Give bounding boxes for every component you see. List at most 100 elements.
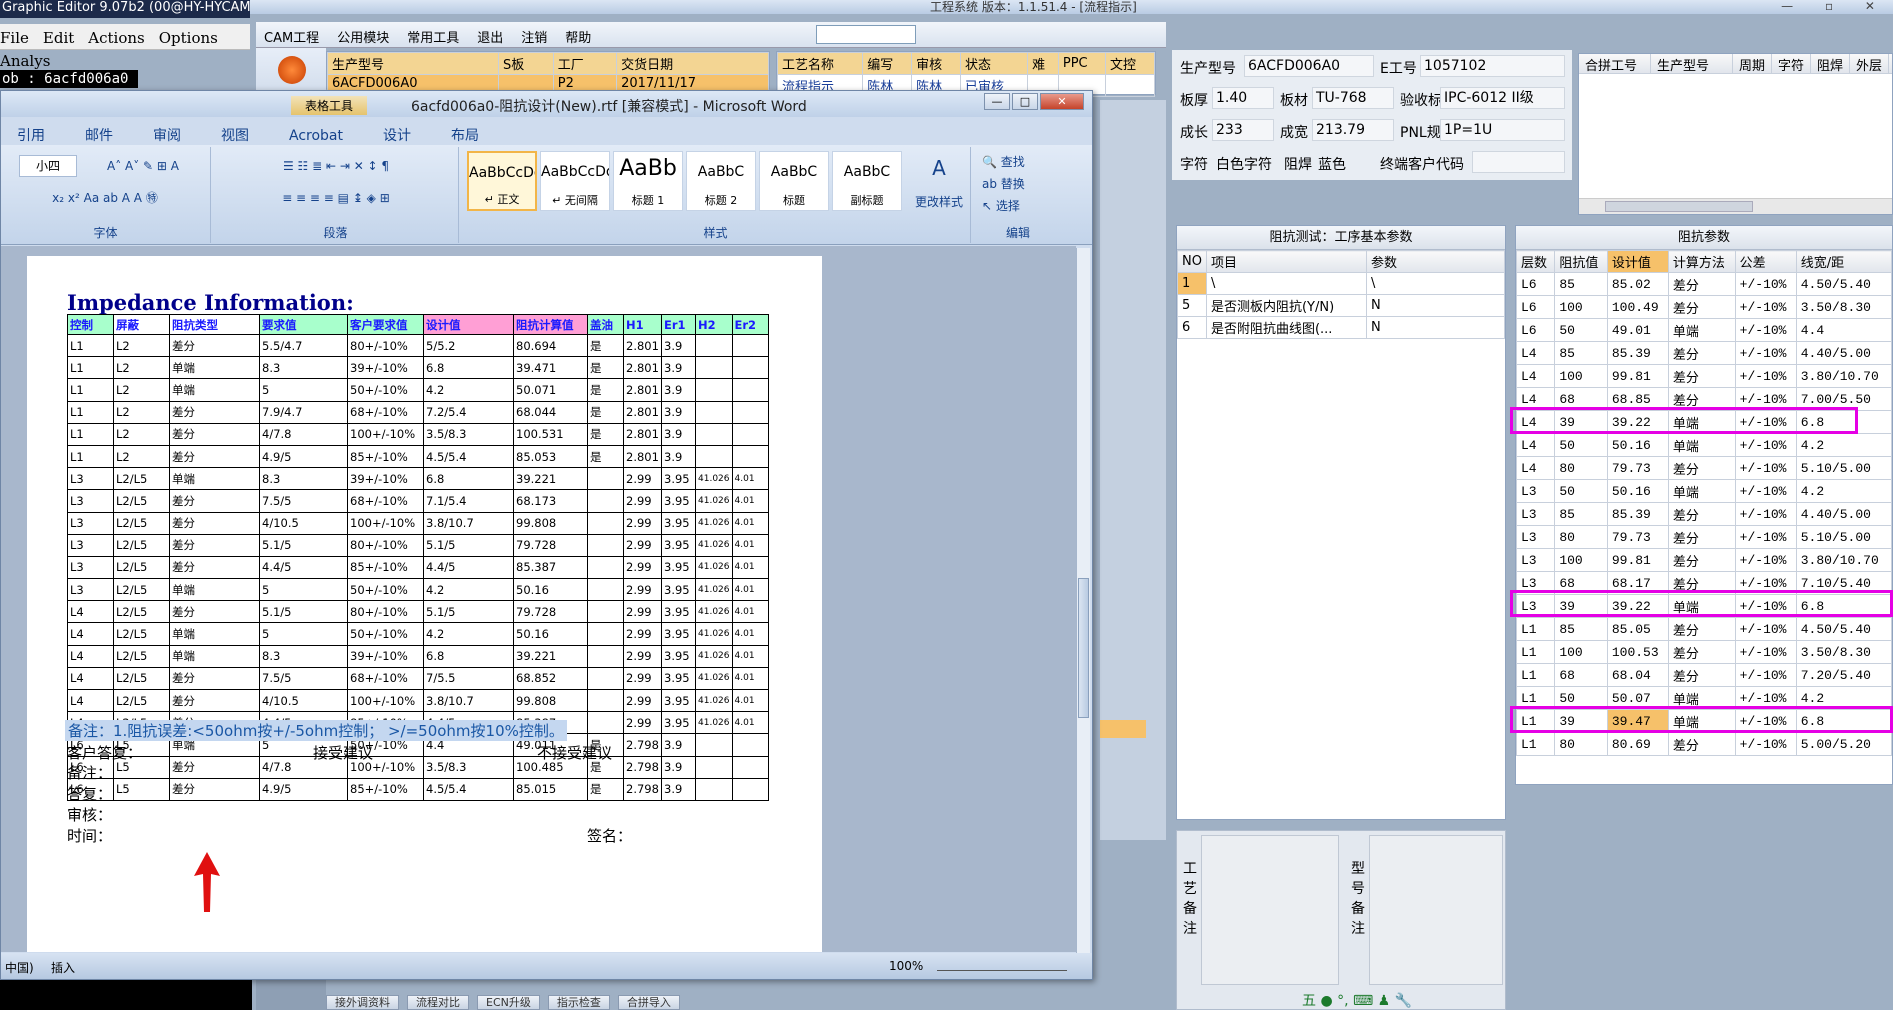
col-header[interactable]: 周期 (1733, 54, 1773, 74)
cell[interactable]: 80+/-10% (347, 600, 424, 624)
std-field[interactable]: IPC-6012 II级 (1440, 87, 1565, 109)
cell[interactable]: 差分 (169, 422, 260, 446)
col-header[interactable]: 屏蔽 (113, 314, 170, 335)
cell[interactable] (587, 711, 624, 735)
cell[interactable] (587, 578, 624, 602)
cell[interactable]: 4.2 (423, 378, 514, 402)
table-row[interactable]: L4 L2/L5 差分 5.1/5 80+/-10% 5.1/5 79.728 2.99 3.9… (67, 600, 769, 624)
cell[interactable]: 单端 (169, 644, 260, 668)
col-header[interactable]: 工艺名称 (776, 52, 864, 75)
cell[interactable]: 6.8 (423, 644, 514, 668)
table-row[interactable]: L4 100 99.81 差分 +/-10% 3.80/10.70 (1515, 364, 1893, 388)
col-header[interactable]: 生产型号 (327, 52, 499, 75)
table-row[interactable]: L3 50 50.16 单端 +/-10% 4.2 (1515, 479, 1893, 503)
craft-notes-field[interactable] (1201, 835, 1339, 985)
table-row[interactable]: L3 L2/L5 差分 4.4/5 85+/-10% 4.4/5 85.387 2.99 3.9… (67, 555, 769, 580)
cell[interactable]: 50.16 (513, 622, 588, 646)
cell[interactable]: 41.026 (695, 555, 733, 580)
import-external-button[interactable]: 接外调资料 (326, 995, 399, 1010)
tab-review[interactable]: 审阅 (153, 125, 181, 145)
cell[interactable]: 3.9 (661, 444, 696, 469)
cell[interactable] (731, 422, 769, 446)
cell[interactable]: 5.1/5 (259, 600, 348, 624)
window-controls[interactable]: — ▫ ✕ (1781, 0, 1889, 13)
table-row[interactable]: L1 L2 差分 4/7.8 100+/-10% 3.5/8.3 100.531 是 2.801… (67, 422, 769, 446)
cell[interactable]: 4.4/5 (423, 555, 514, 580)
cell[interactable]: 85.053 (513, 444, 588, 469)
cell[interactable]: 85+/-10% (347, 777, 424, 801)
cell[interactable]: 41.026 (695, 511, 733, 535)
table-row[interactable]: 6 是否附阻抗曲线图(... N (1177, 316, 1506, 339)
cell[interactable] (587, 666, 624, 691)
cell[interactable]: 是 (587, 356, 624, 380)
cell[interactable]: 2.99 (623, 600, 662, 624)
cell[interactable]: 5 (259, 378, 348, 402)
menu-file[interactable]: File (0, 29, 29, 47)
cell[interactable]: 4.01 (731, 600, 769, 624)
col-header[interactable]: H2 (695, 314, 733, 335)
col-header[interactable]: 项目 (1205, 250, 1367, 273)
cell[interactable]: 4.01 (731, 467, 769, 491)
cell[interactable]: 是 (587, 444, 624, 469)
cell[interactable]: L2/L5 (113, 489, 170, 513)
col-header[interactable]: PPC (1057, 52, 1107, 75)
cell[interactable]: 4.2 (423, 622, 514, 646)
cell[interactable]: 7.5/5 (259, 489, 348, 513)
cell[interactable]: 5 (259, 578, 348, 602)
cell[interactable] (731, 356, 769, 380)
cell[interactable] (731, 755, 769, 779)
cell[interactable]: 68.173 (513, 489, 588, 513)
cell[interactable]: 99.808 (513, 688, 588, 713)
cell[interactable] (731, 378, 769, 402)
cell[interactable]: 7/5.5 (423, 666, 514, 691)
cell[interactable]: 68.044 (513, 400, 588, 424)
cell[interactable]: 差分 (169, 533, 260, 557)
cell[interactable]: 4.01 (731, 644, 769, 668)
cell[interactable]: L2/L5 (113, 666, 170, 691)
cell[interactable]: 4.4/5 (259, 555, 348, 580)
cell[interactable]: 3.95 (661, 511, 696, 535)
cell[interactable]: 5.1/5 (423, 600, 514, 624)
table-row[interactable]: L1 68 68.04 差分 +/-10% 7.20/5.40 (1515, 663, 1893, 687)
cell[interactable]: 差分 (169, 777, 260, 801)
table-row[interactable]: L3 39 39.22 单端 +/-10% 6.8 (1515, 594, 1893, 618)
cell[interactable]: L1 (67, 378, 114, 402)
minimize-icon[interactable]: — (984, 93, 1010, 110)
cell[interactable]: 差分 (169, 688, 260, 713)
table-row[interactable]: L1 39 39.47 单端 +/-10% 6.8 (1515, 709, 1893, 733)
production-grid[interactable]: 生产型号 S板 工厂 交货日期 6ACFD006A0 P2 2017/11/17 (326, 51, 770, 93)
table-row[interactable]: L4 39 39.22 单端 +/-10% 6.8 (1515, 410, 1893, 434)
menu-edit[interactable]: Edit (43, 29, 74, 47)
cell[interactable]: 3.95 (661, 644, 696, 668)
tab-view[interactable]: 视图 (221, 125, 249, 145)
cell[interactable]: 68+/-10% (347, 666, 424, 691)
cell[interactable]: L1 (67, 422, 114, 446)
cell[interactable] (731, 400, 769, 424)
cell[interactable]: 3.95 (661, 711, 696, 735)
col-header[interactable]: 层数 (1515, 250, 1556, 273)
cell[interactable]: L4 (67, 600, 114, 624)
cell[interactable]: 3.9 (661, 400, 696, 424)
remark-text[interactable]: 备注：1.阻抗误差:<50ohm按+/-5ohm控制； >/=50ohm按10%… (65, 720, 567, 741)
cell[interactable]: 2.99 (623, 688, 662, 713)
col-header[interactable]: 字符 (1772, 54, 1812, 74)
cell[interactable]: 差分 (169, 755, 260, 779)
cell[interactable]: L1 (67, 444, 114, 469)
cell[interactable]: L5 (113, 777, 170, 801)
menu-exit[interactable]: 退出 (477, 27, 503, 46)
cell[interactable]: 100+/-10% (347, 422, 424, 446)
cell[interactable]: 3.95 (661, 688, 696, 713)
menu-options[interactable]: Options (159, 29, 218, 47)
vertical-scrollbar[interactable] (1076, 248, 1090, 960)
cell[interactable]: 41.026 (695, 622, 733, 646)
cell[interactable]: 5.1/5 (423, 533, 514, 557)
cell[interactable]: 单端 (169, 378, 260, 402)
table-row[interactable]: L6 50 49.01 单端 +/-10% 4.4 (1515, 318, 1893, 342)
cell[interactable]: L2 (113, 378, 170, 402)
close-icon[interactable]: ✕ (1040, 93, 1084, 110)
accept-option[interactable]: 接受建议 (313, 742, 373, 763)
tab-layout[interactable]: 布局 (451, 125, 479, 145)
style-preset[interactable]: AaBbC 标题 (759, 151, 829, 211)
table-row[interactable]: L6 L5 差分 4.9/5 85+/-10% 4.5/5.4 85.015 是 2.798 3.… (67, 777, 769, 801)
cell[interactable]: 4/10.5 (259, 688, 348, 713)
